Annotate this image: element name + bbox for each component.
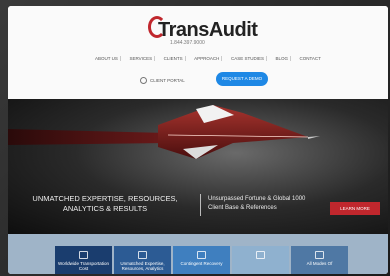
logo-text: TransAudit (158, 19, 258, 41)
hero-divider (200, 194, 201, 216)
site-header: TransAudit 1.844.397.9000 ABOUT US SERVI… (8, 6, 388, 99)
nav-approach[interactable]: APPROACH (192, 56, 223, 61)
client-portal-label: CLIENT PORTAL (150, 78, 185, 83)
service-tile[interactable] (232, 246, 289, 274)
hero-subline: Unsurpassed Fortune & Global 1000 Client… (208, 196, 306, 211)
truck-icon (315, 251, 324, 259)
nav-blog[interactable]: BLOG (273, 56, 291, 61)
browser-screen: TransAudit 1.844.397.9000 ABOUT US SERVI… (8, 6, 388, 274)
service-tile[interactable]: Contingent Recovery (173, 246, 230, 274)
user-icon (140, 77, 147, 84)
request-demo-button[interactable]: REQUEST A DEMO (216, 72, 268, 86)
hero-banner: UNMATCHED EXPERTISE, RESOURCES, ANALYTIC… (8, 99, 388, 234)
tile-label: Contingent Recovery (180, 261, 223, 266)
services-strip: Worldwide Transportation Cost Unmatched … (8, 234, 388, 274)
main-nav: ABOUT US SERVICES CLIENTS APPROACH CASE … (93, 56, 323, 61)
service-tile[interactable]: Worldwide Transportation Cost (55, 246, 112, 274)
client-portal-link[interactable]: CLIENT PORTAL (140, 77, 185, 84)
nav-case-studies[interactable]: CASE STUDIES (229, 56, 267, 61)
service-tile[interactable]: All Modes Of (291, 246, 348, 274)
globe-icon (79, 251, 88, 259)
tile-label: Worldwide Transportation Cost (58, 261, 109, 271)
tile-label: All Modes Of (306, 261, 333, 266)
nav-about[interactable]: ABOUT US (93, 56, 121, 61)
learn-more-button[interactable]: LEARN MORE (330, 202, 380, 215)
tile-label: Unmatched Expertise, Resources, Analytic… (120, 261, 165, 271)
phone-number: 1.844.397.9000 (170, 40, 205, 46)
nav-services[interactable]: SERVICES (127, 56, 156, 61)
chart-icon (138, 251, 147, 259)
lightbulb-icon (256, 251, 265, 259)
dollar-icon (197, 251, 206, 259)
hero-headline: UNMATCHED EXPERTISE, RESOURCES, ANALYTIC… (32, 194, 178, 213)
nav-contact[interactable]: CONTACT (298, 56, 323, 61)
service-tiles: Worldwide Transportation Cost Unmatched … (55, 246, 348, 274)
nav-clients[interactable]: CLIENTS (162, 56, 186, 61)
service-tile[interactable]: Unmatched Expertise, Resources, Analytic… (114, 246, 171, 274)
